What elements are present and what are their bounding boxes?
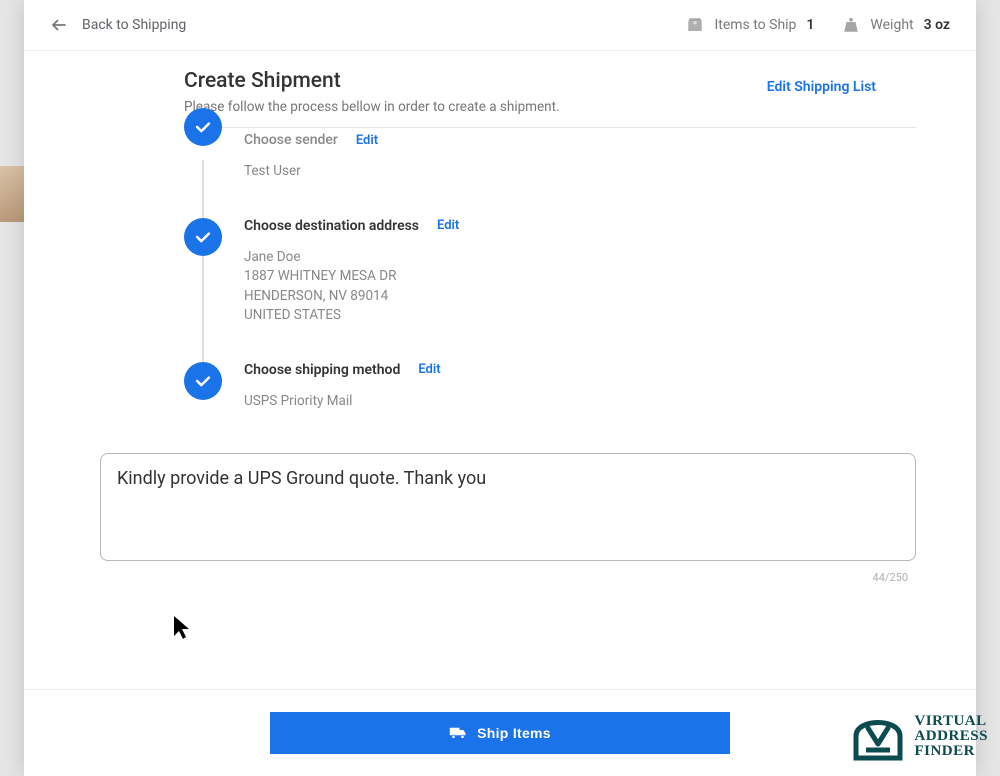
check-circle-icon [184, 362, 222, 400]
arrow-left-icon [50, 16, 68, 34]
items-to-ship-stat: Items to Ship 1 [686, 16, 814, 34]
step-body: Test User [244, 162, 916, 182]
sender-name: Test User [244, 162, 916, 182]
steps-list: Choose sender Edit Test User Choose dest… [184, 122, 916, 417]
edit-shipping-method-link[interactable]: Edit [418, 362, 440, 377]
check-circle-icon [184, 218, 222, 256]
step-title: Choose shipping method [244, 362, 400, 378]
footer: Ship Items [24, 689, 976, 754]
step-choose-shipping-method: Choose shipping method Edit USPS Priorit… [184, 362, 916, 418]
topbar-stats: Items to Ship 1 Weight 3 oz [686, 16, 950, 34]
back-label: Back to Shipping [82, 17, 186, 33]
weight-icon [842, 16, 860, 34]
vaf-logo-text: VIRTUAL ADDRESS FINDER [914, 714, 988, 759]
step-choose-destination: Choose destination address Edit Jane Doe… [184, 218, 916, 362]
shipping-method-value: USPS Priority Mail [244, 392, 916, 412]
step-choose-sender: Choose sender Edit Test User [184, 122, 916, 218]
background-peek [0, 166, 24, 222]
step-title: Choose destination address [244, 218, 419, 234]
ship-items-button[interactable]: Ship Items [270, 712, 730, 754]
weight-label: Weight [870, 17, 913, 33]
destination-country: UNITED STATES [244, 306, 916, 326]
check-circle-icon [184, 108, 222, 146]
page-subtitle: Please follow the process bellow in orde… [184, 99, 560, 115]
page-title: Create Shipment [184, 69, 560, 93]
create-shipment-modal: Back to Shipping Items to Ship 1 Weight … [24, 0, 976, 776]
header-row: Create Shipment Please follow the proces… [184, 69, 916, 128]
topbar: Back to Shipping Items to Ship 1 Weight … [24, 0, 976, 51]
step-connector [202, 256, 204, 362]
weight-value: 3 oz [924, 17, 950, 33]
truck-icon [449, 726, 467, 740]
vaf-logo-icon [850, 704, 906, 768]
step-body: Jane Doe 1887 WHITNEY MESA DR HENDERSON,… [244, 248, 916, 326]
edit-sender-link[interactable]: Edit [356, 133, 378, 148]
content-area: Create Shipment Please follow the proces… [24, 51, 976, 417]
destination-city: HENDERSON, NV 89014 [244, 287, 916, 307]
ship-button-label: Ship Items [477, 725, 551, 741]
note-char-counter: 44/250 [24, 571, 908, 584]
step-connector [202, 160, 204, 218]
watermark-line2: ADDRESS [914, 729, 988, 744]
shipment-note-input[interactable] [100, 453, 916, 561]
step-body: USPS Priority Mail [244, 392, 916, 412]
virtual-address-finder-watermark: VIRTUAL ADDRESS FINDER [850, 704, 988, 768]
edit-destination-link[interactable]: Edit [437, 218, 459, 233]
note-area [100, 453, 916, 565]
watermark-line1: VIRTUAL [914, 714, 988, 729]
items-count: 1 [806, 17, 814, 33]
destination-name: Jane Doe [244, 248, 916, 268]
box-icon [686, 16, 704, 34]
back-to-shipping-button[interactable]: Back to Shipping [50, 16, 186, 34]
watermark-line3: FINDER [914, 744, 988, 759]
destination-street: 1887 WHITNEY MESA DR [244, 267, 916, 287]
step-title: Choose sender [244, 132, 338, 148]
weight-stat: Weight 3 oz [842, 16, 950, 34]
edit-shipping-list-link[interactable]: Edit Shipping List [767, 79, 876, 95]
items-label: Items to Ship [714, 17, 796, 33]
